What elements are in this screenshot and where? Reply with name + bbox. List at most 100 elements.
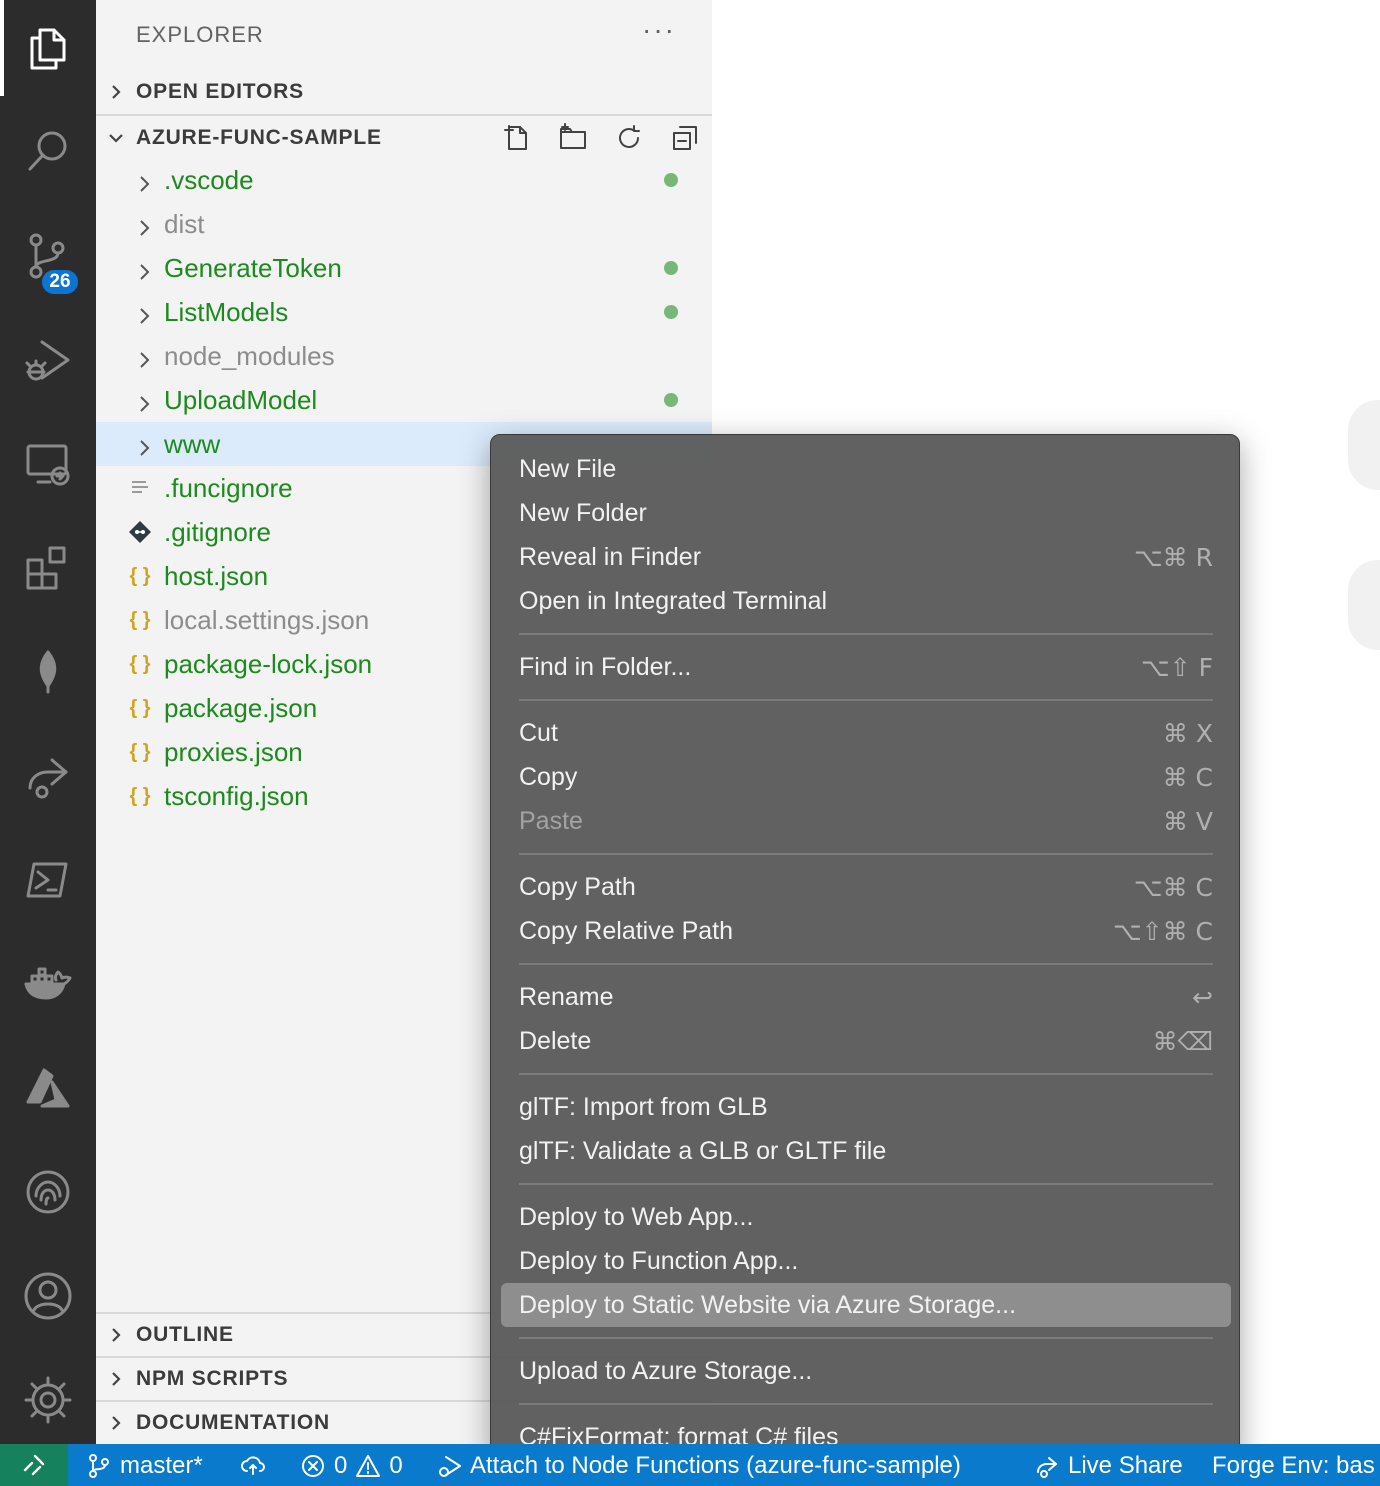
menu-item-label: Upload to Azure Storage... <box>519 1357 813 1385</box>
sync-status[interactable] <box>240 1452 266 1478</box>
menu-item-deploy-to-static-website-via-azure-storage[interactable]: Deploy to Static Website via Azure Stora… <box>501 1283 1231 1327</box>
menu-item-label: Find in Folder... <box>519 653 692 681</box>
menu-item-new-file[interactable]: New File <box>501 447 1231 491</box>
attach-debugger-status[interactable]: Attach to Node Functions (azure-func-sam… <box>436 1452 961 1480</box>
tree-folder[interactable]: node_modules <box>96 334 712 378</box>
menu-item-find-in-folder[interactable]: Find in Folder... ⌥⇧ F <box>501 645 1231 689</box>
menu-separator <box>519 1337 1213 1339</box>
modified-dot <box>664 173 678 187</box>
section-label: OPEN EDITORS <box>136 80 304 103</box>
menu-item-gltf-import-from-glb[interactable]: glTF: Import from GLB <box>501 1085 1231 1129</box>
run-debug-icon[interactable] <box>0 312 96 408</box>
menu-item-rename[interactable]: Rename ↩ <box>501 975 1231 1019</box>
tree-item-label: local.settings.json <box>164 605 370 635</box>
section-label: AZURE-FUNC-SAMPLE <box>136 126 382 149</box>
tree-item-label: www <box>164 429 221 459</box>
json-file-icon: { } <box>129 564 151 587</box>
tree-folder[interactable]: UploadModel <box>96 378 712 422</box>
azure-icon[interactable] <box>0 1040 96 1136</box>
chevron-right-icon <box>134 258 154 280</box>
menu-item-shortcut: ⌥⇧ F <box>1140 653 1213 682</box>
menu-item-label: glTF: Import from GLB <box>519 1093 768 1121</box>
menu-item-open-in-integrated-terminal[interactable]: Open in Integrated Terminal <box>501 579 1231 623</box>
tree-item-label: package-lock.json <box>164 649 373 679</box>
menu-item-paste: Paste ⌘ V <box>501 799 1231 843</box>
chevron-right-icon <box>134 434 154 456</box>
menu-item-label: Cut <box>519 719 558 747</box>
chevron-right-icon <box>134 214 154 236</box>
explorer-toolbar <box>502 116 700 160</box>
error-icon <box>302 1455 324 1477</box>
menu-item-label: Reveal in Finder <box>519 543 702 571</box>
tree-item-label: tsconfig.json <box>164 781 309 811</box>
section-label: DOCUMENTATION <box>136 1411 330 1434</box>
menu-item-label: Deploy to Web App... <box>519 1203 754 1231</box>
menu-item-new-folder[interactable]: New Folder <box>501 491 1231 535</box>
menu-item-deploy-to-web-app[interactable]: Deploy to Web App... <box>501 1195 1231 1239</box>
menu-item-label: glTF: Validate a GLB or GLTF file <box>519 1137 887 1165</box>
remote-indicator[interactable] <box>0 1444 68 1486</box>
live-share-icon[interactable] <box>0 728 96 824</box>
more-actions-icon[interactable]: ··· <box>642 14 676 46</box>
menu-item-deploy-to-function-app[interactable]: Deploy to Function App... <box>501 1239 1231 1283</box>
tree-folder[interactable]: ListModels <box>96 290 712 334</box>
menu-item-label: Rename <box>519 983 614 1011</box>
new-file-icon[interactable] <box>502 123 532 153</box>
menu-item-gltf-validate-a-glb-or-gltf-file[interactable]: glTF: Validate a GLB or GLTF file <box>501 1129 1231 1173</box>
menu-item-label: New File <box>519 455 617 483</box>
live-share-icon <box>1037 1457 1057 1478</box>
menu-item-label: Open in Integrated Terminal <box>519 587 828 615</box>
tree-folder[interactable]: dist <box>96 202 712 246</box>
files-icon[interactable] <box>0 0 96 96</box>
search-icon[interactable] <box>0 104 96 200</box>
fingerprint-icon[interactable] <box>0 1144 96 1240</box>
chevron-right-icon <box>134 346 154 368</box>
settings-gear-icon[interactable] <box>0 1352 96 1448</box>
tree-item-label: GenerateToken <box>164 253 342 283</box>
docker-icon[interactable] <box>0 936 96 1032</box>
section-workspace[interactable]: AZURE-FUNC-SAMPLE <box>96 114 712 160</box>
menu-item-label: Copy Path <box>519 873 636 901</box>
problems-status[interactable]: 0 0 <box>300 1452 403 1480</box>
source-control-icon[interactable]: 26 <box>0 208 96 304</box>
section-open-editors[interactable]: OPEN EDITORS <box>96 70 712 114</box>
git-branch-status[interactable]: master* <box>86 1452 203 1480</box>
menu-item-copy-path[interactable]: Copy Path ⌥⌘ C <box>501 865 1231 909</box>
menu-item-copy[interactable]: Copy ⌘ C <box>501 755 1231 799</box>
status-bar: master* 0 0 Attach to Node Functions (az… <box>0 1444 1380 1486</box>
git-file-icon <box>128 520 152 544</box>
tree-folder[interactable]: GenerateToken <box>96 246 712 290</box>
editor-watermark-shape <box>1348 560 1380 650</box>
tree-folder[interactable]: .vscode <box>96 158 712 202</box>
menu-item-label: Paste <box>519 807 583 835</box>
menu-item-reveal-in-finder[interactable]: Reveal in Finder ⌥⌘ R <box>501 535 1231 579</box>
mongodb-icon[interactable] <box>0 624 96 720</box>
remote-explorer-icon[interactable] <box>0 416 96 512</box>
chevron-right-icon <box>96 1326 136 1344</box>
menu-item-shortcut: ⌘ V <box>1162 807 1213 836</box>
menu-item-shortcut: ⌘ X <box>1162 719 1213 748</box>
forge-env-status[interactable]: Forge Env: bas <box>1212 1452 1375 1480</box>
account-icon[interactable] <box>0 1248 96 1344</box>
modified-dot <box>664 393 678 407</box>
explorer-title: EXPLORER <box>136 22 264 47</box>
menu-item-delete[interactable]: Delete ⌘⌫ <box>501 1019 1231 1063</box>
menu-item-copy-relative-path[interactable]: Copy Relative Path ⌥⇧⌘ C <box>501 909 1231 953</box>
collapse-all-icon[interactable] <box>670 123 700 153</box>
refresh-icon[interactable] <box>614 123 644 153</box>
menu-item-cut[interactable]: Cut ⌘ X <box>501 711 1231 755</box>
menu-separator <box>519 963 1213 965</box>
live-share-status[interactable]: Live Share <box>1034 1452 1183 1480</box>
extensions-icon[interactable] <box>0 520 96 616</box>
menu-separator <box>519 699 1213 701</box>
tree-item-label: .funcignore <box>164 473 293 503</box>
menu-item-upload-to-azure-storage[interactable]: Upload to Azure Storage... <box>501 1349 1231 1393</box>
chevron-right-icon <box>134 302 154 324</box>
powershell-icon[interactable] <box>0 832 96 928</box>
menu-item-label: Deploy to Function App... <box>519 1247 799 1275</box>
menu-separator <box>519 1403 1213 1405</box>
vscode-window: { "sidebar": { "title": "EXPLORER", "mor… <box>0 0 1380 1486</box>
menu-item-label: Deploy to Static Website via Azure Stora… <box>519 1291 1017 1319</box>
tree-item-label: node_modules <box>164 341 335 371</box>
new-folder-icon[interactable] <box>558 123 588 153</box>
